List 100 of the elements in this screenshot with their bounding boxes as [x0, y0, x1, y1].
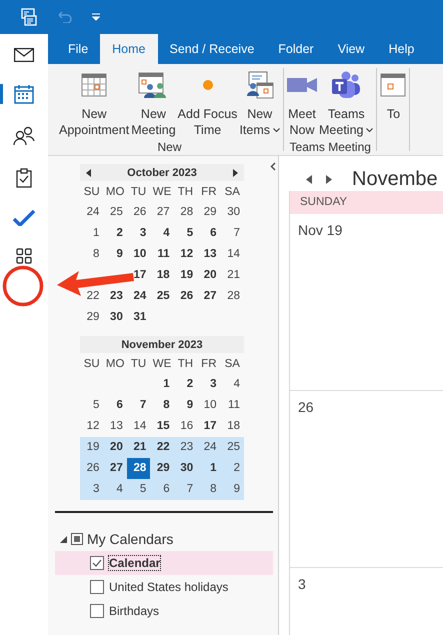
calendar-day[interactable]: 8 — [80, 244, 104, 265]
calendar-day[interactable]: 11 — [220, 395, 244, 416]
calendar-day[interactable]: 1 — [197, 458, 221, 479]
calendar-day[interactable]: 17 — [197, 416, 221, 437]
previous-icon[interactable] — [306, 175, 312, 184]
calendar-day[interactable]: 30 — [174, 458, 198, 479]
calendar-day[interactable]: 31 — [126, 307, 150, 328]
calendar-day[interactable]: 7 — [174, 479, 198, 500]
calendar-day[interactable]: 4 — [220, 374, 244, 395]
calendar-list-item[interactable]: Birthdays — [55, 599, 273, 623]
calendar-day[interactable]: 19 — [174, 265, 198, 286]
ribbon-button[interactable]: New Items — [238, 68, 281, 140]
calendar-list-item[interactable]: United States holidays — [55, 575, 273, 599]
calendar-day[interactable]: 14 — [220, 244, 244, 265]
calendar-day[interactable]: 27 — [103, 458, 127, 479]
calendar-day[interactable]: 19 — [80, 437, 104, 458]
calendar-day[interactable]: 9 — [174, 395, 198, 416]
calendar-day[interactable]: 10 — [126, 244, 150, 265]
apps-grid-icon[interactable] — [16, 248, 32, 264]
calendar-day[interactable]: 29 — [150, 458, 174, 479]
calendar-day[interactable]: 9 — [103, 244, 127, 265]
calendar-day[interactable]: 7 — [126, 395, 150, 416]
expand-triangle-icon[interactable] — [60, 536, 67, 542]
calendar-day[interactable]: 7 — [220, 223, 244, 244]
calendar-day[interactable]: 22 — [80, 286, 104, 307]
calendar-day[interactable]: 26 — [126, 202, 150, 223]
calendar-day[interactable]: 30 — [220, 202, 244, 223]
calendar-day[interactable]: 3 — [80, 479, 104, 500]
calendar-day[interactable]: 26 — [80, 458, 104, 479]
calendar-day[interactable]: 28 — [126, 458, 150, 479]
calendar-day[interactable]: 1 — [80, 223, 104, 244]
calendar-day[interactable]: 5 — [174, 223, 198, 244]
calendar-day[interactable]: 6 — [103, 395, 127, 416]
next-icon[interactable] — [326, 175, 332, 184]
calendar-day[interactable]: 3 — [197, 374, 221, 395]
calendar-day[interactable]: 12 — [174, 244, 198, 265]
ribbon-button[interactable]: New Meeting — [130, 68, 177, 140]
checkmark-icon[interactable] — [13, 210, 35, 226]
ribbon-button[interactable]: To — [379, 68, 408, 151]
calendar-day[interactable]: 29 — [80, 307, 104, 328]
ribbon-tab[interactable]: Home — [100, 34, 158, 64]
ribbon-button[interactable]: New Appointment — [58, 68, 130, 140]
app-icon[interactable] — [20, 8, 38, 26]
calendar-day[interactable]: 23 — [174, 437, 198, 458]
calendar-day[interactable]: 1 — [150, 374, 174, 395]
calendar-day[interactable]: 25 — [220, 437, 244, 458]
calendar-day[interactable]: 4 — [150, 223, 174, 244]
calendar-day[interactable]: 25 — [103, 202, 127, 223]
calendar-day[interactable]: 28 — [220, 286, 244, 307]
calendar-day[interactable]: 2 — [220, 458, 244, 479]
calendar-day[interactable]: 30 — [103, 307, 127, 328]
calendar-day[interactable]: 5 — [80, 395, 104, 416]
mail-icon[interactable] — [14, 48, 34, 62]
calendar-day[interactable]: 3 — [126, 223, 150, 244]
checkbox[interactable] — [90, 604, 104, 618]
ribbon-tab[interactable]: View — [326, 34, 377, 64]
calendar-day[interactable]: 22 — [150, 437, 174, 458]
calendar-day[interactable]: 8 — [150, 395, 174, 416]
calendar-day[interactable]: 2 — [103, 223, 127, 244]
calendar-day[interactable]: 20 — [197, 265, 221, 286]
ribbon-button[interactable]: Meet Now — [286, 68, 318, 140]
calendar-day[interactable]: 10 — [197, 395, 221, 416]
people-icon[interactable] — [13, 126, 35, 146]
calendar-day[interactable]: 21 — [220, 265, 244, 286]
ribbon-tab[interactable]: File — [56, 34, 100, 64]
calendar-day[interactable]: 18 — [220, 416, 244, 437]
calendar-day[interactable]: 25 — [150, 286, 174, 307]
calendar-day[interactable]: 27 — [150, 202, 174, 223]
calendar-day[interactable]: 17 — [126, 265, 150, 286]
calendar-icon[interactable] — [14, 84, 34, 104]
calendar-day[interactable]: 28 — [174, 202, 198, 223]
calendar-day[interactable]: 13 — [197, 244, 221, 265]
calendar-day[interactable]: 5 — [126, 479, 150, 500]
next-month-icon[interactable] — [233, 168, 238, 176]
calendar-day[interactable]: 6 — [150, 479, 174, 500]
calendar-day[interactable]: 27 — [197, 286, 221, 307]
ribbon-tab[interactable]: Send / Receive — [158, 34, 266, 64]
calendar-day[interactable]: 6 — [197, 223, 221, 244]
partial-checkbox-icon[interactable] — [71, 533, 83, 545]
calendar-day[interactable]: 24 — [126, 286, 150, 307]
calendar-list-item[interactable]: Calendar — [55, 551, 273, 575]
customize-menu-icon[interactable] — [92, 13, 100, 21]
calendar-day[interactable]: 18 — [150, 265, 174, 286]
calendar-day[interactable]: 2 — [174, 374, 198, 395]
calendar-day[interactable]: 26 — [174, 286, 198, 307]
calendar-day[interactable]: 21 — [126, 437, 150, 458]
calendar-day[interactable]: 15 — [150, 416, 174, 437]
calendar-day[interactable]: 24 — [80, 202, 104, 223]
calendar-day[interactable]: 11 — [150, 244, 174, 265]
checkbox[interactable] — [90, 580, 104, 594]
calendar-day[interactable]: 9 — [220, 479, 244, 500]
collapse-pane-icon[interactable] — [270, 162, 276, 171]
calendar-day[interactable]: 29 — [197, 202, 221, 223]
calendar-day[interactable]: 14 — [126, 416, 150, 437]
calendar-day[interactable]: 4 — [103, 479, 127, 500]
calendar-day[interactable]: 23 — [103, 286, 127, 307]
calendar-day[interactable]: 12 — [80, 416, 104, 437]
calendar-day[interactable]: 20 — [103, 437, 127, 458]
calendar-day[interactable]: 24 — [197, 437, 221, 458]
calendar-day[interactable]: 13 — [103, 416, 127, 437]
